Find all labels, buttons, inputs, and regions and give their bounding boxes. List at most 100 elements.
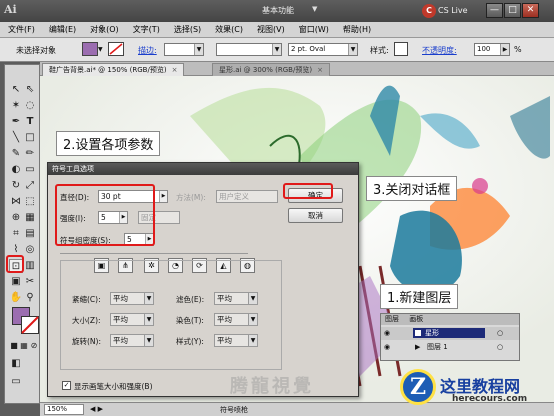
- eraser-icon[interactable]: ▭: [23, 163, 37, 177]
- document-tab-bar: 鞋广告背景.ai* @ 150% (RGB/预览) × 星形.ai @ 300% …: [40, 62, 554, 76]
- screen-label: 滤色(E):: [176, 295, 205, 304]
- minimize-button[interactable]: —: [486, 3, 503, 18]
- draw-mode-icon[interactable]: ◧: [9, 357, 23, 371]
- screen-select[interactable]: 平均 ▼: [214, 292, 258, 305]
- cs-live-icon[interactable]: C: [422, 4, 436, 18]
- brush-definition-field[interactable]: 2 pt. Oval ▼: [288, 43, 358, 56]
- menu-bar: 文件(F) 编辑(E) 对象(O) 文字(T) 选择(S) 效果(C) 视图(V…: [0, 22, 554, 38]
- workspace-switcher[interactable]: 基本功能: [262, 5, 294, 16]
- type-tool-icon[interactable]: T: [23, 115, 37, 129]
- blob-brush-icon[interactable]: ◐: [9, 163, 23, 177]
- line-tool-icon[interactable]: ╲: [9, 131, 23, 145]
- chevron-down-icon[interactable]: ▼: [98, 46, 103, 53]
- tab-star[interactable]: 星形.ai @ 300% (RGB/预览) ×: [212, 63, 330, 76]
- blend-tool-icon[interactable]: ◎: [23, 243, 37, 257]
- menu-help[interactable]: 帮助(H): [343, 24, 371, 35]
- magic-wand-icon[interactable]: ✶: [9, 99, 23, 113]
- variable-width-field[interactable]: ▼: [216, 43, 282, 56]
- close-tab-icon[interactable]: ×: [317, 66, 323, 74]
- opacity-link[interactable]: 不透明度:: [422, 45, 457, 56]
- size-value: 平均: [113, 315, 128, 324]
- opacity-field[interactable]: 100 ▶: [474, 43, 510, 56]
- hand-tool-icon[interactable]: ✋: [9, 291, 23, 305]
- show-brush-size-label: 显示画笔大小和强度(B): [74, 382, 153, 391]
- zoom-tool-icon[interactable]: ⚲: [23, 291, 37, 305]
- brush-name: 2 pt. Oval: [291, 45, 326, 53]
- eye-icon[interactable]: ◉: [384, 327, 390, 339]
- tab-layers[interactable]: 图层: [381, 315, 403, 323]
- tab-artboards[interactable]: 画板: [405, 315, 427, 323]
- expand-arrow-icon[interactable]: ▶: [415, 341, 420, 353]
- style-swatch[interactable]: [394, 42, 408, 56]
- callout-step2: 2.设置各项参数: [56, 131, 161, 156]
- layers-panel-tabs: 图层 画板: [381, 314, 519, 325]
- zoom-field[interactable]: 150%: [44, 404, 84, 415]
- artboard-tool-icon[interactable]: ▣: [9, 275, 23, 289]
- highlight-ok: [283, 183, 333, 199]
- tab-shoe-ad[interactable]: 鞋广告背景.ai* @ 150% (RGB/预览) ×: [42, 63, 185, 76]
- eye-icon[interactable]: ◉: [384, 341, 390, 353]
- gradient-mode-icon[interactable]: ▦: [19, 341, 29, 351]
- method-value: 用户定义: [219, 192, 249, 201]
- none-mode-icon[interactable]: ⊘: [29, 341, 39, 351]
- toolbox: ↖ ⇖ ✶ ◌ ✒ T ╲ □ ✎ ✏ ◐ ▭ ↻ ⤢ ⋈ ⬚ ⊕ ▦ ⌗ ▤ …: [4, 64, 40, 404]
- scale-tool-icon[interactable]: ⤢: [23, 179, 37, 193]
- layer-row[interactable]: ◉ ▶ 图层 1 ○: [381, 341, 519, 354]
- scrunch-select[interactable]: 平均 ▼: [110, 292, 154, 305]
- menu-select[interactable]: 选择(S): [174, 24, 201, 35]
- callout-step3: 3.关闭对话框: [366, 176, 458, 201]
- layer-row[interactable]: ◉ 星形 ○: [381, 327, 519, 340]
- menu-edit[interactable]: 编辑(E): [49, 24, 76, 35]
- fill-swatch[interactable]: [82, 42, 98, 56]
- cancel-button[interactable]: 取消: [288, 208, 343, 223]
- menu-object[interactable]: 对象(O): [90, 24, 119, 35]
- stroke-weight-field[interactable]: ▼: [164, 43, 204, 56]
- rotate-tool-icon[interactable]: ↻: [9, 179, 23, 193]
- none-slash-icon: [21, 316, 39, 334]
- width-tool-icon[interactable]: ⋈: [9, 195, 23, 209]
- site-logo-icon: Z: [400, 369, 436, 405]
- app-logo: Ai: [4, 3, 17, 16]
- size-select[interactable]: 平均 ▼: [110, 313, 154, 326]
- column-graph-icon[interactable]: ▥: [23, 259, 37, 273]
- rectangle-tool-icon[interactable]: □: [23, 131, 37, 145]
- target-icon[interactable]: ○: [497, 341, 503, 353]
- close-tab-icon[interactable]: ×: [172, 66, 178, 74]
- style-select[interactable]: 平均 ▼: [214, 334, 258, 347]
- shape-builder-icon[interactable]: ⊕: [9, 211, 23, 225]
- menu-file[interactable]: 文件(F): [8, 24, 35, 35]
- close-window-button[interactable]: ✕: [522, 3, 539, 18]
- selection-tool-icon[interactable]: ↖: [9, 83, 23, 97]
- menu-window[interactable]: 窗口(W): [299, 24, 329, 35]
- mesh-tool-icon[interactable]: ⌗: [9, 227, 23, 241]
- menu-view[interactable]: 视图(V): [257, 24, 285, 35]
- method-select[interactable]: 用户定义: [216, 190, 278, 203]
- none-slash-icon: [109, 43, 123, 55]
- stroke-swatch[interactable]: [108, 42, 124, 56]
- callout-step1: 1.新建图层: [380, 284, 459, 309]
- perspective-grid-icon[interactable]: ▦: [23, 211, 37, 225]
- color-mode-icon[interactable]: ■: [9, 341, 19, 351]
- lasso-icon[interactable]: ◌: [23, 99, 37, 113]
- tab-label: 星形.ai @ 300% (RGB/预览): [219, 66, 313, 74]
- pencil-icon[interactable]: ✏: [23, 147, 37, 161]
- chevron-down-icon[interactable]: ▼: [312, 5, 317, 13]
- screen-mode-icon[interactable]: ▭: [9, 375, 23, 389]
- gradient-tool-icon[interactable]: ▤: [23, 227, 37, 241]
- direct-selection-icon[interactable]: ⇖: [23, 83, 37, 97]
- rotate-select[interactable]: 平均 ▼: [110, 334, 154, 347]
- artboard-nav-icon[interactable]: ◀ ▶: [90, 405, 103, 413]
- menu-type[interactable]: 文字(T): [133, 24, 160, 35]
- pen-tool-icon[interactable]: ✒: [9, 115, 23, 129]
- target-icon[interactable]: ○: [497, 327, 503, 339]
- cs-live-button[interactable]: CS Live: [438, 6, 468, 15]
- paintbrush-icon[interactable]: ✎: [9, 147, 23, 161]
- maximize-button[interactable]: □: [504, 3, 521, 18]
- stroke-link[interactable]: 描边:: [138, 45, 157, 56]
- slice-tool-icon[interactable]: ✂: [23, 275, 37, 289]
- menu-effect[interactable]: 效果(C): [215, 24, 243, 35]
- selection-status: 未选择对象: [16, 46, 56, 55]
- free-transform-icon[interactable]: ⬚: [23, 195, 37, 209]
- stain-select[interactable]: 平均 ▼: [214, 313, 258, 326]
- show-brush-size-checkbox[interactable]: ✓: [62, 381, 71, 390]
